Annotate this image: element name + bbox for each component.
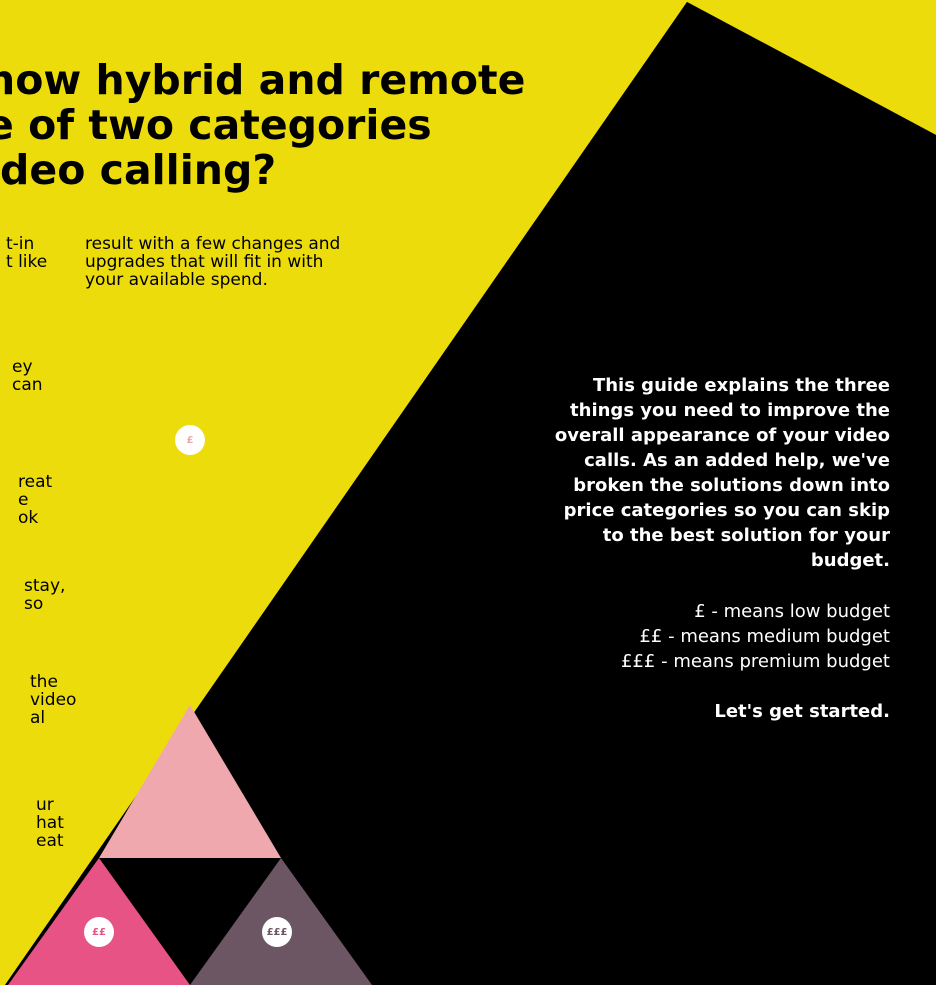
page-heading: how hybrid and remote e of two categorie… — [0, 58, 525, 193]
badge-premium-budget: £££ — [262, 917, 292, 947]
badge-medium-budget: ££ — [84, 917, 114, 947]
left-text-fragment-1: t-in t like — [6, 234, 48, 272]
budget-legend: £ - means low budget ££ - means medium b… — [450, 599, 890, 674]
badge-low-budget: £ — [175, 425, 205, 455]
left-text-fragment-6: ur hat eat — [36, 795, 64, 851]
guide-intro-block: This guide explains the three things you… — [450, 373, 890, 724]
heading-line-2: e of two categories — [0, 101, 432, 149]
guide-intro-text: This guide explains the three things you… — [554, 375, 890, 571]
left-text-fragment-2: ey can — [12, 357, 43, 395]
left-text-fragment-5: the video al — [30, 672, 77, 728]
left-text-fragment-3: reat e ok — [18, 472, 53, 528]
heading-line-3: ideo calling? — [0, 146, 277, 194]
legend-medium: ££ - means medium budget — [639, 626, 890, 647]
left-text-fragment-4: stay, so — [24, 576, 66, 614]
legend-premium: £££ - means premium budget — [621, 651, 890, 672]
legend-low: £ - means low budget — [694, 601, 890, 622]
second-column-text: result with a few changes and upgrades t… — [85, 234, 341, 290]
heading-line-1: how hybrid and remote — [0, 56, 526, 104]
lets-get-started-text: Let's get started. — [714, 701, 890, 722]
